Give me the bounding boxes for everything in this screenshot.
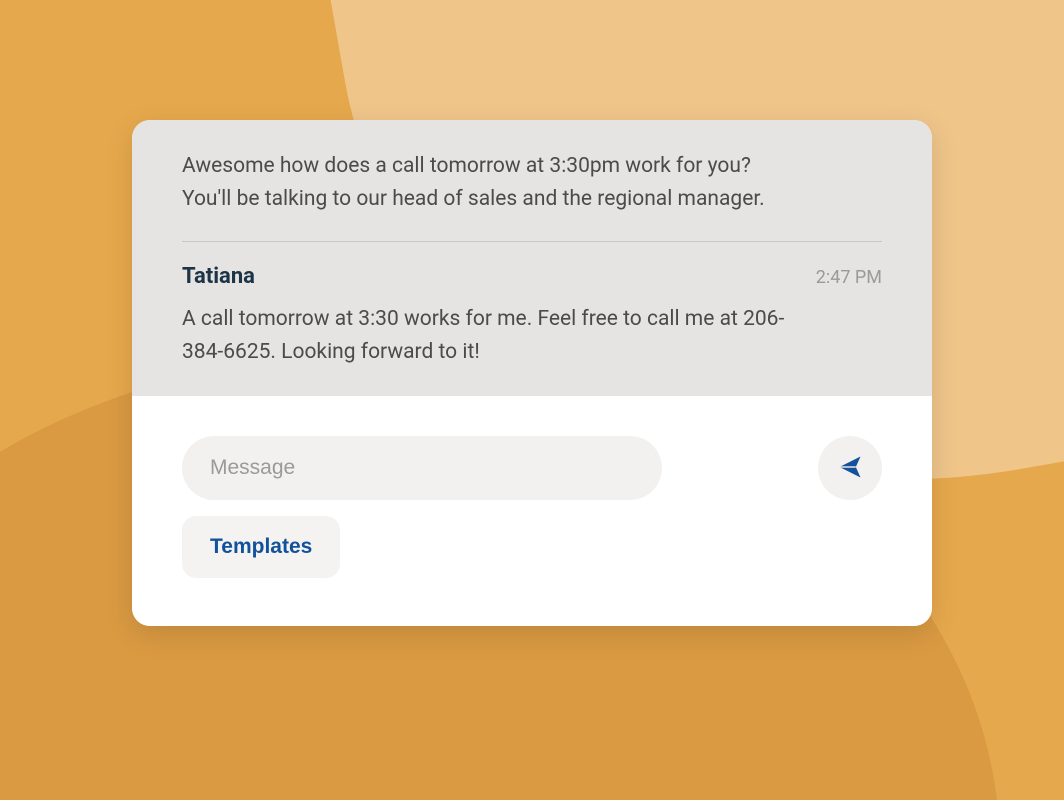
sender-name: Tatiana	[182, 264, 255, 289]
message-thread: Awesome how does a call tomorrow at 3:30…	[132, 120, 932, 396]
message-divider	[182, 241, 882, 242]
message-time: 2:47 PM	[816, 267, 882, 288]
message-body: Awesome how does a call tomorrow at 3:30…	[182, 150, 802, 215]
chat-card: Awesome how does a call tomorrow at 3:30…	[132, 120, 932, 626]
send-button[interactable]	[818, 436, 882, 500]
page-background: Awesome how does a call tomorrow at 3:30…	[0, 0, 1064, 800]
message-body: A call tomorrow at 3:30 works for me. Fe…	[182, 303, 822, 368]
composer: Templates	[132, 396, 932, 626]
message-input[interactable]	[182, 436, 662, 500]
send-icon	[836, 453, 864, 484]
message-header: Tatiana 2:47 PM	[182, 264, 882, 289]
message-item: Tatiana 2:47 PM A call tomorrow at 3:30 …	[182, 264, 882, 368]
templates-button[interactable]: Templates	[182, 516, 340, 578]
